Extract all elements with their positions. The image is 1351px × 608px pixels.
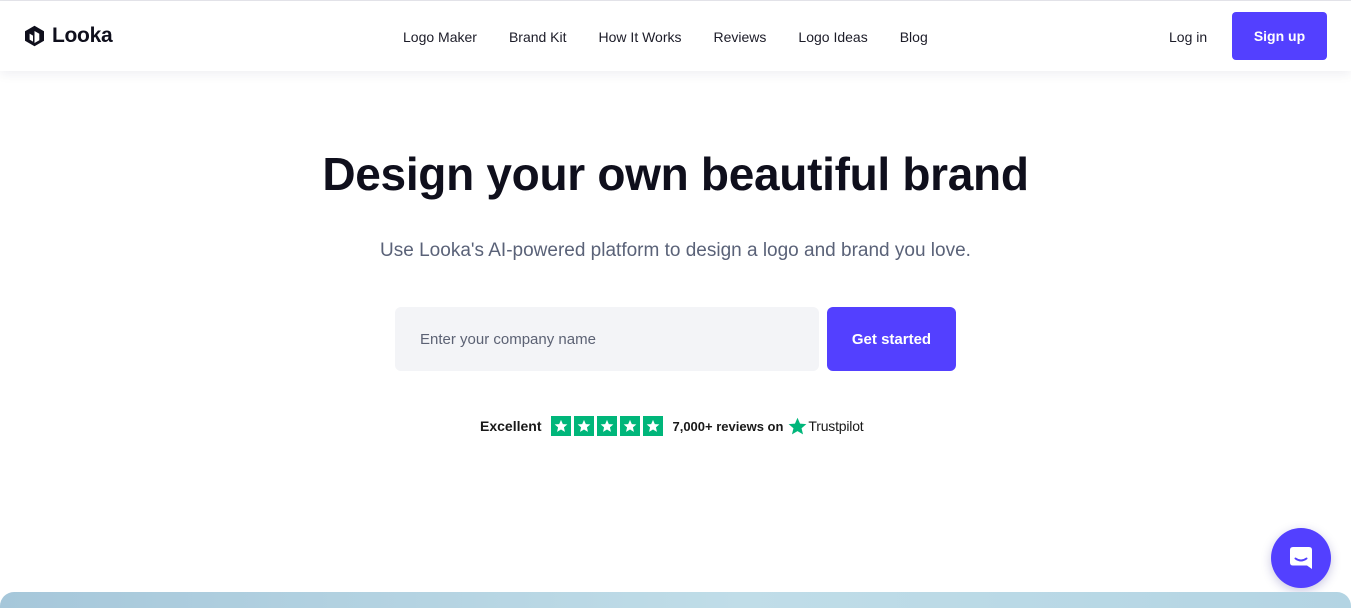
top-navbar: Looka Logo Maker Brand Kit How It Works …	[0, 1, 1351, 71]
nav-link-blog[interactable]: Blog	[900, 27, 928, 47]
nav-link-how-it-works[interactable]: How It Works	[599, 27, 682, 47]
chat-launcher-button[interactable]	[1271, 528, 1331, 588]
main-nav: Logo Maker Brand Kit How It Works Review…	[403, 27, 928, 47]
star-icon	[620, 416, 641, 436]
star-icon	[643, 416, 664, 436]
nav-link-brand-kit[interactable]: Brand Kit	[509, 27, 567, 47]
logo-wordmark: Looka	[52, 24, 113, 47]
trustpilot-stars	[551, 416, 664, 436]
nav-link-logo-maker[interactable]: Logo Maker	[403, 27, 477, 47]
hero-image-band	[0, 592, 1351, 608]
star-icon	[597, 416, 618, 436]
looka-logo-icon	[25, 25, 44, 47]
chat-bubble-icon	[1290, 547, 1312, 569]
star-icon	[574, 416, 595, 436]
login-link[interactable]: Log in	[1169, 27, 1207, 47]
company-name-input[interactable]	[395, 307, 819, 371]
looka-logo[interactable]: Looka	[24, 24, 113, 47]
reviews-count: 7,000+ reviews on	[672, 418, 784, 434]
nav-link-reviews[interactable]: Reviews	[714, 27, 767, 47]
rating-label: Excellent	[480, 418, 542, 434]
signup-button[interactable]: Sign up	[1232, 12, 1327, 60]
get-started-button[interactable]: Get started	[827, 307, 956, 371]
nav-link-logo-ideas[interactable]: Logo Ideas	[798, 27, 867, 47]
trustpilot-wordmark: Trustpilot	[808, 418, 864, 434]
hero-subtitle: Use Looka's AI-powered platform to desig…	[380, 240, 971, 261]
trustpilot-star-icon	[789, 417, 807, 434]
trustpilot-logo: Trustpilot	[788, 417, 864, 436]
star-icon	[551, 416, 572, 436]
hero-title: Design your own beautiful brand	[322, 148, 1029, 200]
trustpilot-widget[interactable]: Excellent 7,000+ reviews on Trustpilot	[480, 414, 864, 438]
